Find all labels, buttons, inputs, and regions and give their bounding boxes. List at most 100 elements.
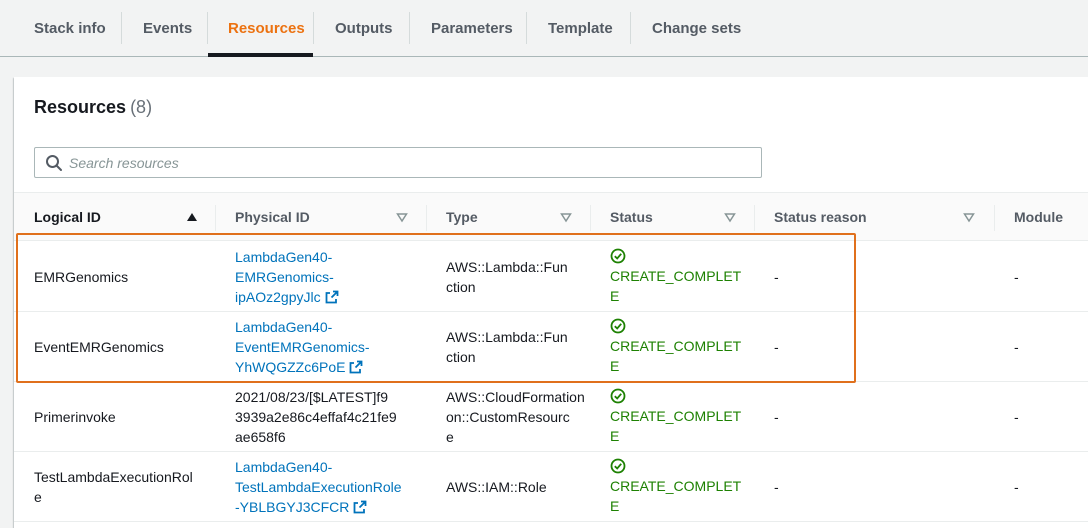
search-icon <box>46 155 62 171</box>
sort-icon[interactable] <box>396 211 408 223</box>
table-row: TestLambdaExecutionRol e LambdaGen40- Te… <box>14 452 1088 522</box>
resource-type: on::CustomResourc <box>446 409 570 425</box>
physical-id-link[interactable]: LambdaGen40- <box>235 457 402 477</box>
column-divider[interactable] <box>754 205 755 231</box>
status-reason-cell: - <box>774 312 779 382</box>
sort-icon[interactable] <box>724 211 736 223</box>
tab-divider <box>313 12 314 44</box>
physical-id-link[interactable]: LambdaGen40- <box>235 317 370 337</box>
tab-resources[interactable]: Resources <box>228 0 305 56</box>
resource-type: AWS::CloudFormation <box>446 389 585 405</box>
check-circle-icon <box>610 248 626 264</box>
panel-title-text: Resources <box>34 97 127 117</box>
logical-id-cell: Primerinvoke <box>34 382 116 452</box>
physical-id: ae658f6 <box>235 429 286 445</box>
module: - <box>1014 479 1019 495</box>
column-divider[interactable] <box>994 205 995 231</box>
external-link-icon[interactable] <box>353 500 367 514</box>
module-cell: - <box>1014 242 1019 312</box>
status-text: CREATE_COMPLET <box>610 408 742 424</box>
check-circle-icon <box>610 318 626 334</box>
resource-type: AWS::Lambda::Fun <box>446 259 568 275</box>
column-header-status[interactable]: Status <box>610 193 653 241</box>
status-text: CREATE_COMPLET <box>610 338 742 354</box>
table-header: Logical ID Physical ID Type Status Statu… <box>14 192 1088 241</box>
external-link-icon[interactable] <box>349 360 363 374</box>
type-cell: AWS::Lambda::Fun ction <box>446 312 568 382</box>
physical-id-cell: LambdaGen40- EventEMRGenomics- YhWQGZZc6… <box>235 312 370 382</box>
physical-id-link[interactable]: EventEMRGenomics- <box>235 337 370 357</box>
tab-stack-info[interactable]: Stack info <box>34 0 106 56</box>
logical-id-cell: EventEMRGenomics <box>34 312 164 382</box>
resources-panel: Resources(8) Logical ID Physical ID Type… <box>14 77 1088 528</box>
column-header-physical-id[interactable]: Physical ID <box>235 193 310 241</box>
resource-type: ction <box>446 279 476 295</box>
external-link-icon[interactable] <box>325 290 339 304</box>
physical-id-link[interactable]: -YBLBGYJ3CFCR <box>235 499 349 515</box>
sort-icon[interactable] <box>963 211 975 223</box>
logical-id: TestLambdaExecutionRol <box>34 469 193 485</box>
resource-type: AWS::Lambda::Fun <box>446 329 568 345</box>
resource-type: e <box>446 429 454 445</box>
status-text: E <box>610 288 620 304</box>
check-circle-icon <box>610 458 626 474</box>
resource-type: AWS::IAM::Role <box>446 479 547 495</box>
logical-id: e <box>34 489 42 505</box>
status-cell: CREATE_COMPLET E <box>610 382 741 452</box>
module-cell: - <box>1014 382 1019 452</box>
module-cell: - <box>1014 312 1019 382</box>
column-divider[interactable] <box>426 205 427 231</box>
tab-outputs[interactable]: Outputs <box>335 0 393 56</box>
status-reason: - <box>774 479 779 495</box>
physical-id-link[interactable]: ipAOz2gpyJlc <box>235 289 321 305</box>
tab-divider <box>121 12 122 44</box>
physical-id-link[interactable]: EMRGenomics- <box>235 267 339 287</box>
logical-id: Primerinvoke <box>34 409 116 425</box>
tab-bar: Stack info Events Resources Outputs Para… <box>0 0 1088 57</box>
column-divider[interactable] <box>215 205 216 231</box>
column-divider[interactable] <box>590 205 591 231</box>
status-text: CREATE_COMPLET <box>610 268 742 284</box>
status-reason-cell: - <box>774 382 779 452</box>
search-box[interactable] <box>34 147 762 178</box>
active-tab-indicator <box>208 53 313 57</box>
column-header-module[interactable]: Module <box>1014 193 1063 241</box>
sort-ascending-icon[interactable] <box>186 211 198 223</box>
logical-id: EMRGenomics <box>34 269 129 285</box>
type-cell: AWS::Lambda::Fun ction <box>446 242 568 312</box>
physical-id-link[interactable]: LambdaGen40- <box>235 247 339 267</box>
resource-type: ction <box>446 349 476 365</box>
table-row: EventEMRGenomics LambdaGen40- EventEMRGe… <box>14 312 1088 382</box>
physical-id: 2021/08/23/[$LATEST]f9 <box>235 389 389 405</box>
status-text: E <box>610 358 620 374</box>
panel-title: Resources (8) <box>34 97 152 118</box>
module-cell: - <box>1014 452 1019 522</box>
tab-events[interactable]: Events <box>143 0 192 56</box>
status-text: CREATE_COMPLET <box>610 478 742 494</box>
tab-divider <box>207 12 208 44</box>
module: - <box>1014 409 1019 425</box>
tab-parameters[interactable]: Parameters <box>431 0 513 56</box>
sort-icon[interactable] <box>560 211 572 223</box>
type-cell: AWS::IAM::Role <box>446 452 547 522</box>
table-row: EMRGenomics LambdaGen40- EMRGenomics- ip… <box>14 242 1088 312</box>
physical-id-cell: LambdaGen40- EMRGenomics- ipAOz2gpyJlc <box>235 242 339 312</box>
physical-id-link[interactable]: TestLambdaExecutionRole <box>235 477 402 497</box>
physical-id-cell: LambdaGen40- TestLambdaExecutionRole -YB… <box>235 452 402 522</box>
tab-change-sets[interactable]: Change sets <box>652 0 741 56</box>
column-header-type[interactable]: Type <box>446 193 478 241</box>
status-reason-cell: - <box>774 242 779 312</box>
tab-divider <box>409 12 410 44</box>
module: - <box>1014 269 1019 285</box>
physical-id-cell: 2021/08/23/[$LATEST]f9 3939a2e86c4effaf4… <box>235 382 397 452</box>
search-input[interactable] <box>69 152 749 174</box>
logical-id-cell: TestLambdaExecutionRol e <box>34 452 193 522</box>
tab-template[interactable]: Template <box>548 0 613 56</box>
status-reason: - <box>774 339 779 355</box>
logical-id-cell: EMRGenomics <box>34 242 128 312</box>
status-reason: - <box>774 269 779 285</box>
column-header-status-reason[interactable]: Status reason <box>774 193 867 241</box>
column-header-logical-id[interactable]: Logical ID <box>34 193 101 241</box>
tab-divider <box>526 12 527 44</box>
physical-id-link[interactable]: YhWQGZZc6PoE <box>235 359 345 375</box>
